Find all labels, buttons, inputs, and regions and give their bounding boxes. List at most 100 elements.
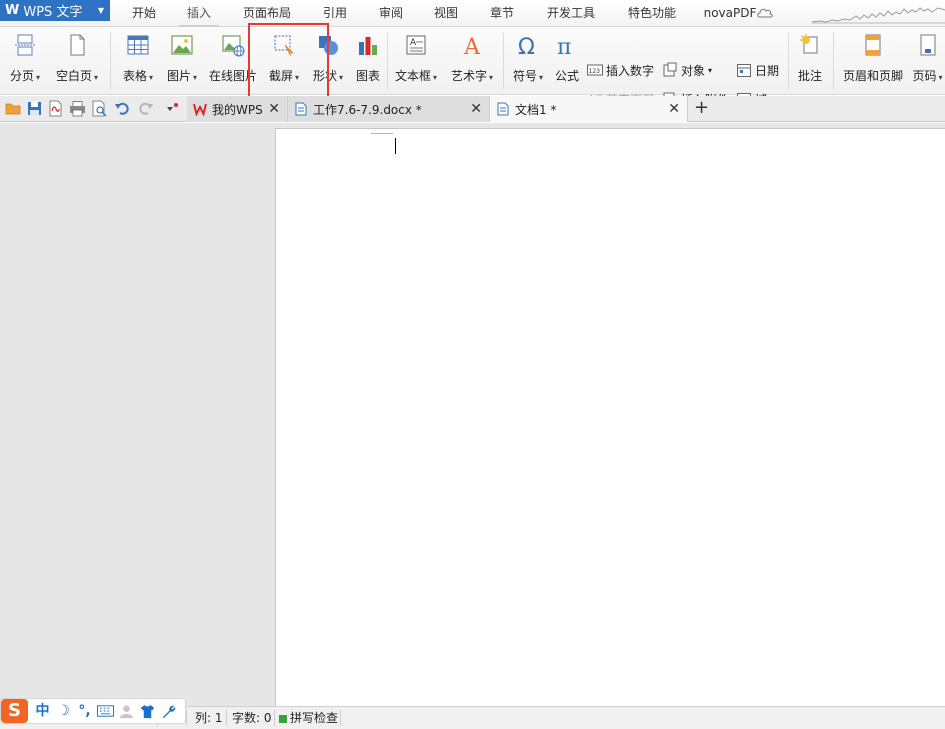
text-box-label: 文本框 [394,69,431,83]
picture-label: 图片 [166,69,191,83]
redo-icon[interactable] [137,100,154,117]
status-divider [226,710,227,726]
blank-page-button[interactable]: 空白页 ▾ [52,33,102,89]
skin-shirt-icon[interactable] [137,700,158,722]
close-icon[interactable]: ✕ [470,102,482,116]
table-icon [127,35,149,55]
column-indicator: 列: 1 [195,711,223,725]
formula-button[interactable]: π 公式 [551,33,583,89]
new-tab-plus-icon[interactable]: + [694,99,709,117]
tab-insert[interactable]: 插入 [179,0,219,27]
text-box-button[interactable]: A 文本框 ▾ [392,33,440,89]
comment-icon [800,34,818,54]
print-icon[interactable] [69,100,86,117]
chevron-down-icon: ▾ [708,65,713,75]
svg-text:123: 123 [589,68,601,75]
blank-page-label: 空白页 [55,69,92,83]
chart-label: 图表 [355,69,380,83]
page-break-icon [15,34,35,56]
save-icon[interactable] [26,100,43,117]
chevron-down-icon: ▾ [433,73,438,82]
omega-symbol-icon: Ω [518,35,535,57]
tab-novapdf[interactable]: novaPDF [700,0,760,27]
customize-toolbar-icon[interactable] [164,100,181,117]
tab-section[interactable]: 章节 [482,0,522,27]
spell-check-status-icon [279,715,287,723]
word-art-icon: A [463,35,481,57]
doc-tab-label: 工作7.6-7.9.docx * [313,102,422,117]
object-icon [663,62,677,77]
tab-review[interactable]: 审阅 [371,0,411,27]
tab-special-features[interactable]: 特色功能 [619,0,685,27]
chevron-down-icon: ▾ [149,73,154,82]
doc-tab-my-wps[interactable]: 我的WPS ✕ [187,96,288,122]
half-width-moon-icon[interactable]: ☽ [53,700,74,722]
chevron-down-icon: ▾ [938,73,943,82]
chinese-mode-toggle[interactable]: 中 [32,700,53,722]
document-icon [295,102,307,116]
svg-text:A: A [463,35,481,57]
chevron-down-icon: ▾ [94,73,99,82]
wps-logo-icon: W [5,3,20,18]
page-number-icon [920,34,935,56]
document-page[interactable] [275,128,945,706]
tab-developer-tools[interactable]: 开发工具 [538,0,604,27]
close-icon[interactable]: ✕ [668,102,680,116]
object-button[interactable]: 对象 ▾ [662,60,712,80]
online-picture-icon [222,35,245,57]
doc-tab-work-file[interactable]: 工作7.6-7.9.docx * ✕ [288,96,490,122]
text-cursor [395,138,396,154]
insert-number-button[interactable]: 123 插入数字 [587,60,654,80]
keyboard-icon[interactable] [95,700,116,722]
page-number-button[interactable]: 页码 ▾ [910,33,945,89]
ime-toolbar[interactable]: S 中 ☽ °, [0,698,186,724]
symbol-button[interactable]: Ω 符号 ▾ [508,33,548,89]
word-art-button[interactable]: A 艺术字 ▾ [448,33,496,89]
wrench-tools-icon[interactable] [158,700,179,722]
word-art-label: 艺术字 [450,69,487,83]
punctuation-toggle[interactable]: °, [74,700,95,722]
header-footer-button[interactable]: 页眉和页脚 [838,33,908,89]
sogou-ime-logo-icon[interactable]: S [1,699,28,723]
chart-button[interactable]: 图表 [352,33,384,89]
pi-formula-icon: π [557,35,571,57]
doc-tab-document1[interactable]: 文档1 * ✕ [489,96,688,122]
text-box-icon: A [406,35,426,55]
open-folder-icon[interactable] [5,100,22,117]
symbol-label: 符号 [512,69,537,83]
app-menu-button[interactable]: W WPS 文字 ▼ [0,0,110,21]
chart-icon [359,37,377,55]
picture-button[interactable]: 图片 ▾ [162,33,202,89]
doc-tab-label: 文档1 * [515,102,557,117]
date-button[interactable]: 日期 [736,60,779,80]
table-button[interactable]: 表格 ▾ [118,33,158,89]
undo-icon[interactable] [114,100,131,117]
cloud-icon[interactable] [756,5,774,19]
doc-tab-label: 我的WPS [212,102,263,117]
header-footer-icon [865,34,881,56]
tab-view[interactable]: 视图 [426,0,466,27]
number-box-icon: 123 [587,64,603,76]
svg-text:Ω: Ω [518,35,535,57]
activity-graph-icon [812,7,945,24]
word-count[interactable]: 字数: 0 [232,707,272,729]
wps-writer-window: W WPS 文字 ▼ 开始 插入 页面布局 引用 审阅 视图 章节 开发工具 特… [0,0,945,729]
ribbon-toolbar: 分页 ▾ 空白页 ▾ 表格 ▾ 图片 ▾ 在线图片 截屏 ▾ 形状 ▾ 图表 A… [0,27,945,107]
comment-button[interactable]: 批注 [794,33,826,89]
chevron-down-icon: ▾ [539,73,544,82]
svg-text:π: π [557,35,571,57]
print-preview-icon[interactable] [91,100,108,117]
spell-check-toggle[interactable]: 拼写检查 [279,707,338,729]
object-label: 对象 [681,63,706,78]
close-icon[interactable]: ✕ [268,102,280,116]
page-break-button[interactable]: 分页 ▾ [6,33,44,89]
user-profile-icon[interactable] [116,700,137,722]
ribbon-divider [788,33,789,89]
comment-label: 批注 [797,69,822,83]
tab-home[interactable]: 开始 [124,0,164,27]
status-divider [340,710,341,726]
export-pdf-icon[interactable] [47,100,64,117]
app-name: WPS 文字 [23,5,83,20]
date-label: 日期 [755,63,780,78]
ribbon-divider [503,33,504,89]
